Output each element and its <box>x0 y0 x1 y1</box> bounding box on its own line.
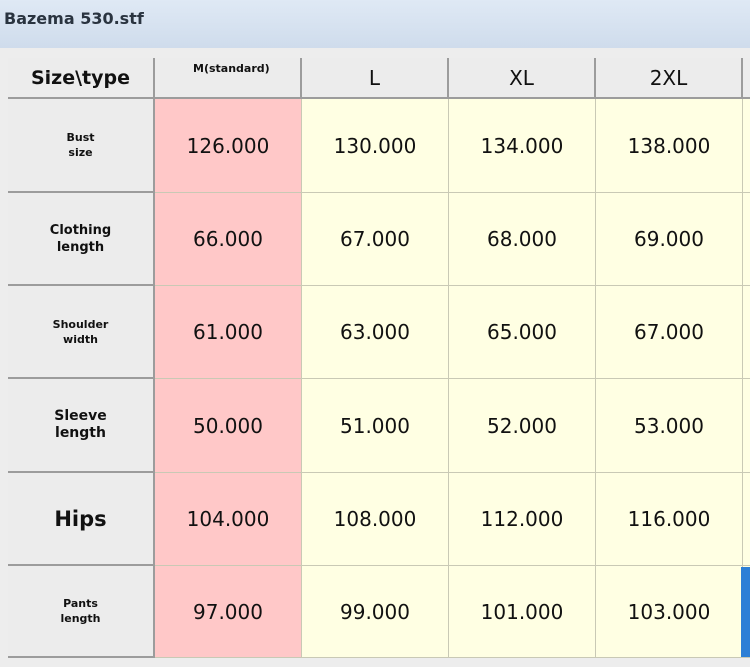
cell-clothing-xl[interactable]: 68.000 <box>449 193 596 286</box>
row-label-line1: Sleeve <box>54 408 107 424</box>
cell-sleeve-overflow <box>743 379 750 473</box>
window-title: Bazema 530.stf <box>4 9 144 28</box>
row-header-hips: Hips <box>8 473 155 566</box>
cell-shoulder-2xl[interactable]: 67.000 <box>596 286 743 379</box>
cell-clothing-m[interactable]: 66.000 <box>155 193 302 286</box>
cell-pants-2xl[interactable]: 103.000 <box>596 566 743 658</box>
cell-clothing-overflow <box>743 193 750 286</box>
cell-hips-overflow <box>743 473 750 566</box>
row-label-line1: Shoulder <box>52 317 109 331</box>
cell-hips-m[interactable]: 104.000 <box>155 473 302 566</box>
row-label-line2: length <box>55 425 106 441</box>
column-header-xl[interactable]: XL <box>449 58 596 99</box>
cell-clothing-l[interactable]: 67.000 <box>302 193 449 286</box>
row-label-line1: Pants <box>63 597 98 610</box>
vertical-scroll-indicator[interactable] <box>741 567 750 657</box>
cell-bust-overflow <box>743 99 750 193</box>
cell-clothing-2xl[interactable]: 69.000 <box>596 193 743 286</box>
cell-sleeve-xl[interactable]: 52.000 <box>449 379 596 473</box>
row-label-line2: length <box>56 239 105 255</box>
column-header-m-size: M <box>193 62 204 75</box>
cell-hips-xl[interactable]: 112.000 <box>449 473 596 566</box>
cell-bust-2xl[interactable]: 138.000 <box>596 99 743 193</box>
cell-bust-m[interactable]: 126.000 <box>155 99 302 193</box>
cell-pants-m[interactable]: 97.000 <box>155 566 302 658</box>
column-header-m-note: (standard) <box>203 62 270 75</box>
cell-shoulder-l[interactable]: 63.000 <box>302 286 449 379</box>
cell-hips-2xl[interactable]: 116.000 <box>596 473 743 566</box>
row-header-sleeve-length: Sleeve length <box>8 379 155 473</box>
column-header-2xl[interactable]: 2XL <box>596 58 743 99</box>
column-header-l[interactable]: L <box>302 58 449 99</box>
row-label-line1: Bust <box>66 131 95 144</box>
row-header-bust-size: Bust size <box>8 99 155 193</box>
row-label-line1: Clothing <box>49 222 112 238</box>
cell-sleeve-l[interactable]: 51.000 <box>302 379 449 473</box>
cell-bust-l[interactable]: 130.000 <box>302 99 449 193</box>
column-header-overflow <box>743 58 750 99</box>
cell-shoulder-m[interactable]: 61.000 <box>155 286 302 379</box>
row-header-pants-length: Pants length <box>8 566 155 658</box>
cell-sleeve-m[interactable]: 50.000 <box>155 379 302 473</box>
column-header-m[interactable]: M (standard) <box>155 58 302 99</box>
cell-pants-xl[interactable]: 101.000 <box>449 566 596 658</box>
cell-sleeve-2xl[interactable]: 53.000 <box>596 379 743 473</box>
cell-shoulder-overflow <box>743 286 750 379</box>
row-label-line2: width <box>63 332 98 346</box>
cell-hips-l[interactable]: 108.000 <box>302 473 449 566</box>
row-label-line2: length <box>60 612 101 625</box>
row-label-line2: size <box>68 146 93 159</box>
cell-shoulder-xl[interactable]: 65.000 <box>449 286 596 379</box>
cell-bust-xl[interactable]: 134.000 <box>449 99 596 193</box>
cell-pants-l[interactable]: 99.000 <box>302 566 449 658</box>
row-header-clothing-length: Clothing length <box>8 193 155 286</box>
corner-header: Size\type <box>8 58 155 99</box>
row-header-shoulder-width: Shoulder width <box>8 286 155 379</box>
window-titlebar: Bazema 530.stf <box>0 0 750 49</box>
